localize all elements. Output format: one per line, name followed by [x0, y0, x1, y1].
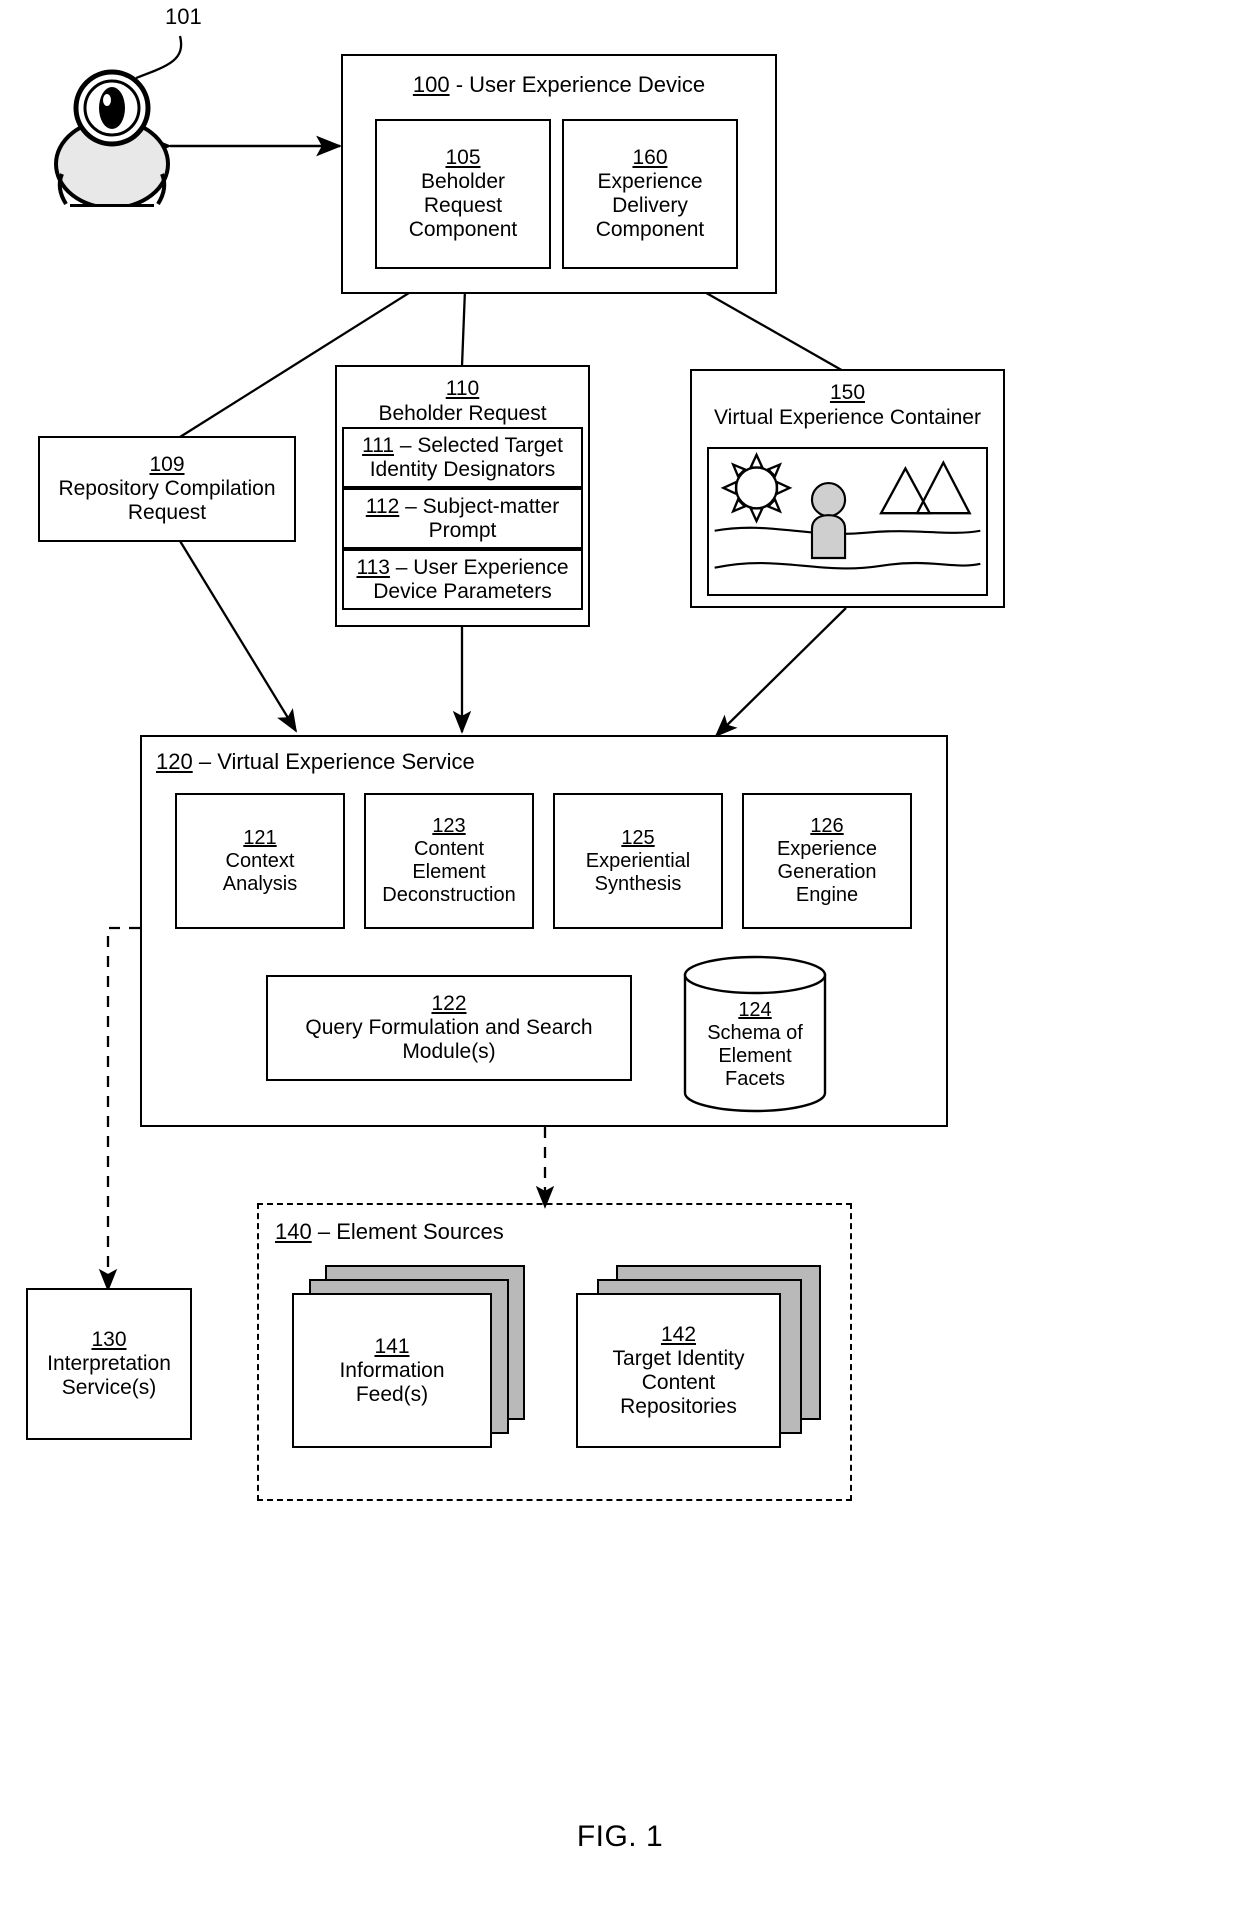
- ref-105-number: 105: [445, 146, 481, 169]
- ref-123-number: 123: [432, 815, 466, 837]
- ref-100-sep: -: [449, 72, 470, 97]
- content-element-deconstruction-box[interactable]: 123 Content Element Deconstruction: [364, 793, 534, 929]
- experiential-synthesis-line-1: Experiential: [585, 849, 691, 872]
- ref-112-number: 112: [365, 494, 400, 518]
- beholder-request-component-box[interactable]: 105 Beholder Request Component: [375, 119, 551, 269]
- repositories-line-3: Repositories: [620, 1394, 737, 1418]
- user-experience-device-parameters-field[interactable]: 113 – User Experience Device Parameters: [342, 549, 583, 610]
- query-formulation-search-module-box[interactable]: 122 Query Formulation and Search Module(…: [266, 975, 632, 1081]
- ref-113-number: 113: [356, 555, 390, 579]
- field-113-line-1: User Experience: [413, 555, 569, 579]
- figure-caption: FIG. 1: [576, 1820, 664, 1853]
- schema-line-2: Element: [718, 1045, 792, 1067]
- ref-124-number: 124: [738, 999, 772, 1021]
- virtual-experience-service-title: Virtual Experience Service: [217, 749, 475, 774]
- content-element-deconstruction-line-2: Element: [412, 861, 486, 883]
- field-111-line-2: Identity Designators: [369, 457, 556, 481]
- subject-matter-prompt-field[interactable]: 112 – Subject-matter Prompt: [342, 488, 583, 549]
- ref-140-number: 140: [275, 1219, 312, 1244]
- repository-compilation-request-box[interactable]: 109 Repository Compilation Request: [38, 436, 296, 542]
- landscape-horizon: [714, 526, 981, 570]
- experience-generation-engine-box[interactable]: 126 Experience Generation Engine: [742, 793, 912, 929]
- information-feeds-line-1: Information: [339, 1358, 445, 1382]
- experience-generation-engine-line-1: Experience: [776, 838, 878, 860]
- interpretation-line-2: Service(s): [61, 1376, 157, 1399]
- schema-line-3: Facets: [724, 1068, 786, 1090]
- experience-delivery-component-line-2: Delivery: [612, 194, 688, 217]
- query-formulation-line-1: Query Formulation and Search: [305, 1016, 593, 1039]
- beholder-request-title: Beholder Request: [378, 401, 547, 425]
- beholder-request-component-line-2: Request: [423, 194, 503, 217]
- information-feeds-sheet-front[interactable]: 141 Information Feed(s): [292, 1293, 492, 1448]
- selected-target-identity-designators-field[interactable]: 111 – Selected Target Identity Designato…: [342, 427, 583, 488]
- field-112-line-2: Prompt: [428, 518, 497, 542]
- context-analysis-box[interactable]: 121 Context Analysis: [175, 793, 345, 929]
- ref-112-sep: –: [399, 494, 423, 518]
- ref-140-sep: –: [311, 1219, 337, 1244]
- schema-of-element-facets-cylinder[interactable]: 124 Schema of Element Facets: [683, 955, 827, 1113]
- sun-icon: [720, 452, 793, 524]
- repositories-line-2: Content: [641, 1370, 716, 1394]
- ref-120-number: 120: [156, 749, 193, 774]
- experience-delivery-component-box[interactable]: 160 Experience Delivery Component: [562, 119, 738, 269]
- ref-142-number: 142: [660, 1322, 697, 1346]
- experience-delivery-component-line-3: Component: [595, 218, 705, 241]
- information-feeds-stack[interactable]: 141 Information Feed(s): [292, 1265, 527, 1455]
- avatar-figure-icon: [810, 481, 847, 560]
- virtual-experience-container-title: Virtual Experience Container: [714, 405, 981, 429]
- user-experience-device-title: User Experience Device: [469, 72, 706, 97]
- ref-160-number: 160: [632, 146, 668, 169]
- beholder-request-component-line-1: Beholder: [420, 170, 506, 193]
- element-sources-title: Element Sources: [336, 1219, 504, 1244]
- target-identity-content-repositories-stack[interactable]: 142 Target Identity Content Repositories: [576, 1265, 821, 1455]
- information-feeds-line-2: Feed(s): [355, 1382, 429, 1406]
- context-analysis-line-2: Analysis: [222, 872, 298, 895]
- ref-110-number: 110: [445, 377, 480, 400]
- ref-109-number: 109: [149, 453, 185, 476]
- field-112-line-1: Subject-matter: [422, 494, 560, 518]
- field-111-line-1: Selected Target: [417, 433, 563, 457]
- ref-111-sep: –: [394, 433, 418, 457]
- repositories-sheet-front[interactable]: 142 Target Identity Content Repositories: [576, 1293, 781, 1448]
- ref-120-sep: –: [192, 749, 218, 774]
- ref-100-number: 100: [412, 72, 450, 97]
- ref-130-number: 130: [91, 1328, 127, 1351]
- ref-141-number: 141: [374, 1334, 410, 1358]
- beholder-request-component-line-3: Component: [408, 218, 518, 241]
- ref-101-number: 101: [165, 4, 202, 29]
- interpretation-services-box[interactable]: 130 Interpretation Service(s): [26, 1288, 192, 1440]
- query-formulation-line-2: Module(s): [402, 1040, 496, 1063]
- context-analysis-line-1: Context: [225, 849, 295, 872]
- repository-compilation-request-line-1: Repository Compilation: [58, 477, 276, 500]
- repository-compilation-request-line-2: Request: [127, 501, 207, 524]
- repositories-line-1: Target Identity: [612, 1346, 745, 1370]
- schema-line-1: Schema of: [707, 1022, 803, 1044]
- ref-122-number: 122: [431, 992, 467, 1015]
- content-element-deconstruction-line-3: Deconstruction: [382, 884, 516, 906]
- experience-generation-engine-line-2: Generation: [777, 861, 877, 883]
- experience-delivery-component-line-1: Experience: [597, 170, 703, 193]
- figure-canvas: 101 100 - User Experience Device 105 Beh…: [0, 0, 1240, 1912]
- ref-121-number: 121: [243, 826, 277, 849]
- experiential-synthesis-box[interactable]: 125 Experiential Synthesis: [553, 793, 723, 929]
- interpretation-line-1: Interpretation: [47, 1352, 171, 1375]
- experiential-synthesis-line-2: Synthesis: [594, 872, 682, 895]
- ref-101-label: 101: [165, 4, 202, 30]
- experience-generation-engine-line-3: Engine: [795, 884, 859, 906]
- virtual-experience-scene: [707, 447, 988, 596]
- beholder-user-icon: [50, 62, 175, 207]
- content-element-deconstruction-line-1: Content: [413, 838, 485, 860]
- field-113-line-2: Device Parameters: [373, 579, 552, 603]
- ref-125-number: 125: [621, 826, 655, 849]
- ref-126-number: 126: [810, 815, 844, 837]
- ref-150-number: 150: [829, 381, 866, 404]
- ref-113-sep: –: [389, 555, 414, 579]
- mountains-icon: [879, 460, 972, 515]
- ref-111-number: 111: [362, 433, 394, 457]
